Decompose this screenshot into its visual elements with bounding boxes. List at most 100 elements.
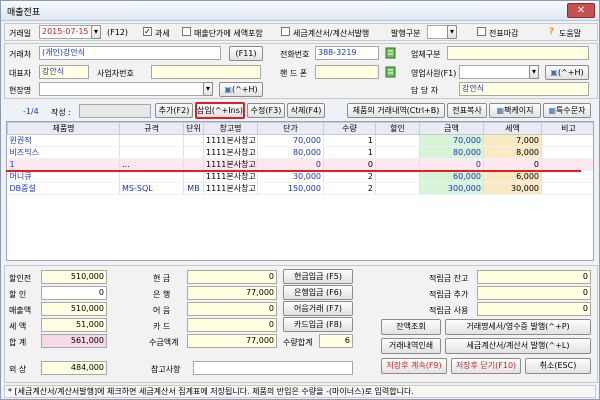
cell-unit[interactable] [183,170,204,183]
cancel-button[interactable]: 취소(ESC) [525,358,591,374]
site-select[interactable] [39,82,213,96]
table-row-selected[interactable]: 1 … 1111본사창고 0 0 0 0 [7,158,593,171]
site-dropdown-button[interactable]: ▾ [203,82,213,96]
cell-amount[interactable]: 70,000 [419,134,484,147]
special-char-button[interactable]: ▦특수문자 [543,103,591,118]
cash-deposit-button[interactable]: 현금입금 (F5) [283,269,353,284]
history-print-button[interactable]: 거래내역인쇄 [381,338,441,354]
delete-row-button[interactable]: 삭제(F4) [287,103,325,118]
close-button[interactable]: ✕ [567,3,595,18]
col-header-tax[interactable]: 세액 [483,122,542,135]
cell-amount[interactable]: 0 [419,158,484,171]
client-field[interactable]: (개인)강안식 [39,46,221,60]
table-row[interactable]: DB중설 MS-SQL MB 1111본사창고 150,000 2 300,00… [7,182,593,195]
site-hotkey-button[interactable]: ▣(^+H) [219,82,263,97]
phone-field[interactable]: 388-3219 [315,46,379,60]
product-history-button[interactable]: 제품의 거래내역(Ctrl+B) [347,103,445,118]
discount-field[interactable]: 0 [41,286,107,300]
cell-qty[interactable]: 1 [323,134,376,147]
cell-amount[interactable]: 80,000 [419,146,484,159]
cell-qty[interactable]: 1 [323,146,376,159]
cell-note[interactable] [541,134,593,147]
sales-rep-hotkey-button[interactable]: ▣(^+H) [545,65,589,80]
col-header-name[interactable]: 제품명 [7,122,120,135]
cell-name[interactable]: DB중설 [7,182,120,195]
col-header-price[interactable]: 단가 [257,122,324,135]
sms-icon[interactable] [385,66,396,78]
table-row[interactable]: 머니큐 1111본사창고 30,000 2 60,000 6,000 [7,170,593,183]
reference-field[interactable] [193,361,353,375]
cell-unit[interactable] [183,158,204,171]
bizno-field[interactable] [151,65,261,79]
cell-qty[interactable]: 0 [323,158,376,171]
card-deposit-button[interactable]: 카드입금 (F8) [283,317,353,332]
cell-note[interactable] [541,170,593,183]
cell-tax[interactable]: 30,000 [483,182,542,195]
manager-field[interactable]: 강안식 [459,82,589,96]
cell-warehouse[interactable]: 1111본사창고 [203,134,258,147]
issue-type-dropdown-button[interactable]: ▾ [447,25,457,39]
cell-discount[interactable] [375,146,420,159]
cell-price[interactable]: 30,000 [257,170,324,183]
save-close-button[interactable]: 저장후 닫기(F10) [451,358,521,374]
cell-qty[interactable]: 2 [323,170,376,183]
bill-trade-button[interactable]: 어음거래 (F7) [283,301,353,316]
cell-spec[interactable] [119,170,184,183]
phone-book-icon[interactable] [385,47,396,59]
cell-name[interactable]: 비즈믹스 [7,146,120,159]
cell-unit[interactable] [183,134,204,147]
cell-tax[interactable]: 8,000 [483,146,542,159]
cell-warehouse[interactable]: 1111본사창고 [203,170,258,183]
vat-include-checkbox[interactable] [182,27,191,36]
insert-row-button[interactable]: 삽입(^+Ins) [195,102,245,119]
client-search-button[interactable]: (F11) [229,46,263,61]
cell-amount[interactable]: 60,000 [419,170,484,183]
statement-print-button[interactable]: 거래명세서/영수증 발행(^+P) [445,319,591,335]
sales-rep-select[interactable] [459,65,539,79]
cell-note[interactable] [541,146,593,159]
cell-price[interactable]: 150,000 [257,182,324,195]
cell-warehouse[interactable]: 1111본사창고 [203,146,258,159]
cell-price[interactable]: 80,000 [257,146,324,159]
cell-tax[interactable]: 6,000 [483,170,542,183]
table-row[interactable]: 비즈믹스 1111본사창고 80,000 1 80,000 8,000 [7,146,593,159]
add-row-button[interactable]: 추가(F2) [155,103,193,118]
cell-tax[interactable]: 0 [483,158,542,171]
cell-spec[interactable] [119,146,184,159]
table-row[interactable]: 윈권적 1111본사창고 70,000 1 70,000 7,000 [7,134,593,147]
copy-slip-button[interactable]: 전표복사 [447,103,487,118]
col-header-discount[interactable]: 할인 [375,122,420,135]
cell-unit[interactable]: MB [183,182,204,195]
invoice-checkbox[interactable] [281,27,290,36]
col-header-warehouse[interactable]: 창고명 [203,122,258,135]
cell-name[interactable]: 1 [7,158,120,171]
package-button[interactable]: ▦팩케이지 [489,103,541,118]
cell-spec[interactable]: … [119,158,184,171]
tax-invoice-button[interactable]: 세금계산서/계산서 발행(^+L) [445,338,591,354]
cell-note[interactable] [541,182,593,195]
rep-field[interactable]: 강안식 [39,65,89,79]
cell-price[interactable]: 0 [257,158,324,171]
col-header-note[interactable]: 비고 [541,122,593,135]
cell-discount[interactable] [375,170,420,183]
cell-amount[interactable]: 300,000 [419,182,484,195]
sales-rep-dropdown-button[interactable]: ▾ [529,65,539,79]
save-continue-button[interactable]: 저장후 계속(F9) [381,358,447,374]
cell-price[interactable]: 70,000 [257,134,324,147]
balance-inquiry-button[interactable]: 잔액조회 [381,319,441,335]
cell-name[interactable]: 윈권적 [7,134,120,147]
biztype-field[interactable] [447,46,589,60]
cell-spec[interactable]: MS-SQL [119,182,184,195]
cell-discount[interactable] [375,158,420,171]
cell-spec[interactable] [119,134,184,147]
cell-note[interactable] [541,158,593,171]
product-grid[interactable]: 제품명 규격 단위 창고명 단가 수량 할인 금액 세액 비고 윈권적 1111… [6,121,594,261]
bank-deposit-button[interactable]: 은행입금 (F6) [283,285,353,300]
tax-checkbox[interactable]: ✓ [143,27,152,36]
col-header-spec[interactable]: 규격 [119,122,184,135]
cell-warehouse[interactable]: 1111본사창고 [203,158,258,171]
col-header-unit[interactable]: 단위 [183,122,204,135]
cell-discount[interactable] [375,134,420,147]
col-header-amount[interactable]: 금액 [419,122,484,135]
edit-row-button[interactable]: 수정(F3) [247,103,285,118]
